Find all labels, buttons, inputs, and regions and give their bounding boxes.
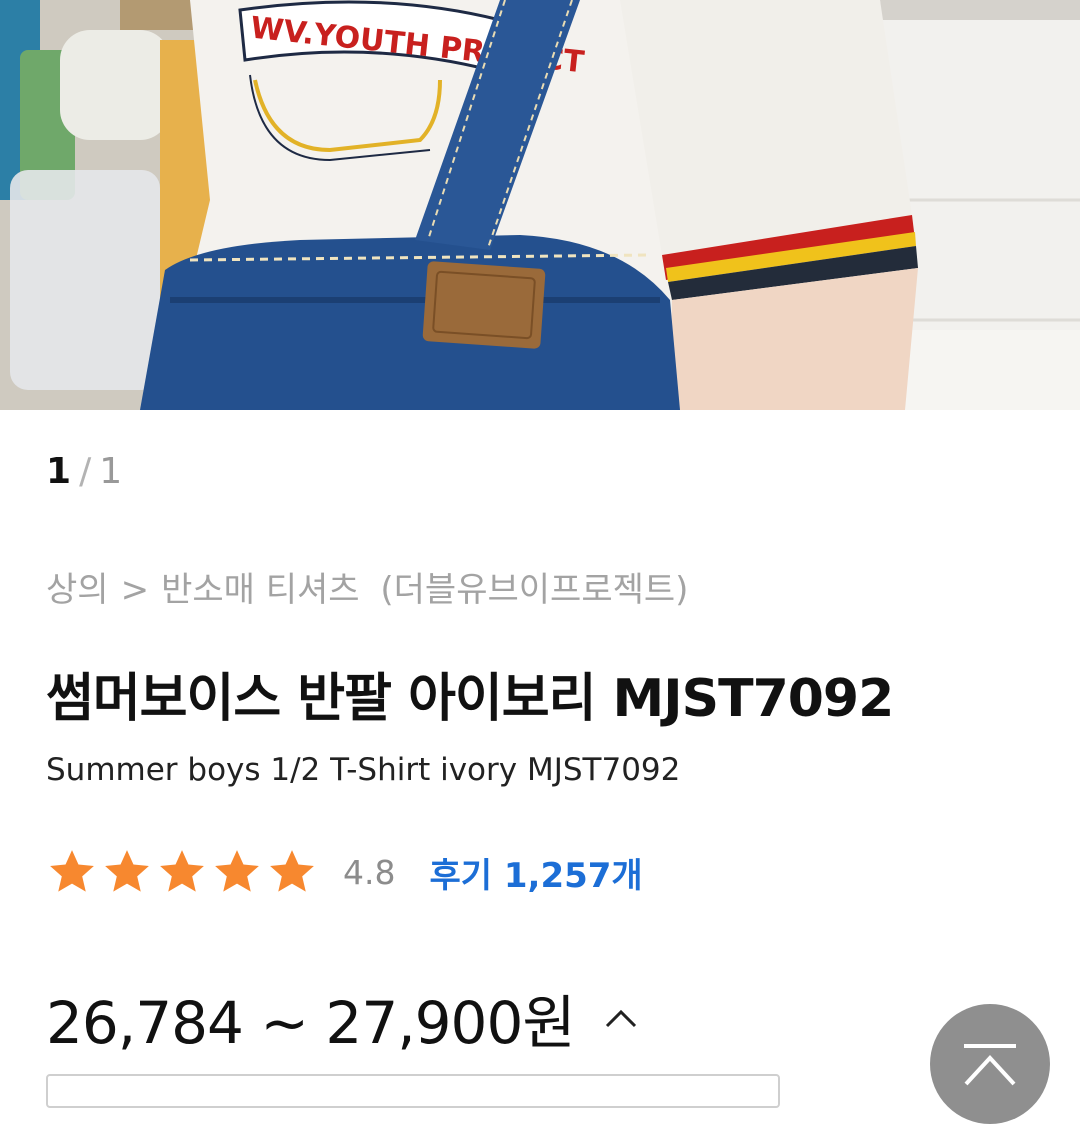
product-image[interactable]: WV.YOUTH PROJECT	[0, 0, 1080, 410]
rating-value: 4.8	[343, 852, 396, 892]
breadcrumb-brand[interactable]: (더블유브이프로젝트)	[380, 566, 688, 614]
star-icon	[160, 850, 204, 892]
price-range: 26,784 ~ 27,900원	[46, 989, 576, 1057]
image-counter: 1/1	[46, 450, 122, 494]
star-icon	[270, 850, 314, 892]
star-rating	[46, 847, 321, 897]
price-row: 26,784 ~ 27,900원	[46, 982, 643, 1057]
breadcrumb-category[interactable]: 상의	[46, 566, 109, 614]
current-image-index: 1	[46, 451, 72, 492]
chevron-up-icon	[605, 1009, 636, 1028]
star-icon	[50, 850, 94, 892]
product-title: 썸머보이스 반팔 아이보리 MJST7092	[46, 669, 894, 729]
scroll-to-top-icon	[964, 1044, 1016, 1086]
image-counter-separator: /	[79, 451, 92, 492]
reviews-link[interactable]: 후기 1,257개	[429, 848, 642, 897]
star-icon	[215, 850, 259, 892]
breadcrumb-subcategory[interactable]: 반소매 티셔츠	[161, 566, 360, 614]
scroll-to-top-button[interactable]	[930, 1004, 1050, 1124]
product-photo-illustration: WV.YOUTH PROJECT	[0, 0, 1080, 410]
option-selector[interactable]	[46, 1074, 780, 1108]
product-subtitle: Summer boys 1/2 T-Shirt ivory MJST7092	[46, 752, 681, 788]
breadcrumb: 상의 > 반소매 티셔츠 (더블유브이프로젝트)	[46, 566, 688, 614]
breadcrumb-separator: >	[120, 570, 150, 610]
star-icon	[105, 850, 149, 892]
total-image-count: 1	[99, 451, 123, 492]
price-toggle-button[interactable]	[599, 996, 643, 1040]
rating-row: 4.8 후기 1,257개	[46, 846, 643, 898]
